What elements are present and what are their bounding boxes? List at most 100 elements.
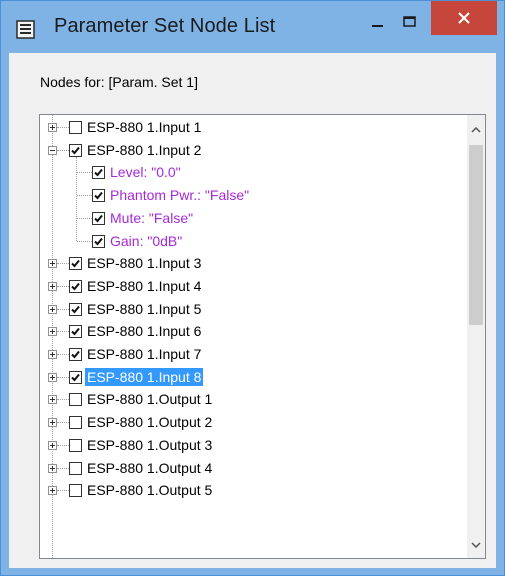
node-label[interactable]: ESP-880 1.Input 7: [85, 345, 203, 363]
tree-child-item[interactable]: Gain: "0dB": [40, 230, 469, 252]
checkbox-checked[interactable]: [92, 189, 105, 203]
checkbox-unchecked[interactable]: [69, 416, 82, 430]
node-label[interactable]: ESP-880 1.Input 5: [85, 300, 203, 318]
node-label[interactable]: ESP-880 1.Input 3: [85, 254, 203, 272]
checkbox-checked[interactable]: [69, 302, 82, 316]
tree-branch-line: [57, 127, 69, 128]
checkbox-checked[interactable]: [69, 370, 82, 384]
node-label[interactable]: ESP-880 1.Input 4: [85, 277, 203, 295]
chevron-down-icon: [471, 542, 481, 548]
parameter-label[interactable]: Mute: "False": [108, 209, 195, 227]
expand-icon[interactable]: [48, 123, 57, 132]
checkbox-checked[interactable]: [92, 166, 105, 180]
expand-icon[interactable]: [48, 486, 57, 496]
checkbox-checked[interactable]: [69, 279, 82, 293]
tree-branch-line: [57, 149, 69, 151]
window-title: Parameter Set Node List: [54, 15, 276, 37]
checkbox-checked[interactable]: [92, 211, 105, 225]
expand-icon[interactable]: [48, 463, 57, 473]
tree-branch-line: [57, 399, 69, 401]
tree-branch-line: [57, 331, 69, 333]
tree-node-item[interactable]: ESP-880 1.Input 1: [40, 116, 469, 138]
parameter-label[interactable]: Phantom Pwr.: "False": [108, 186, 251, 204]
tree-branch-line: [57, 490, 69, 492]
checkbox-unchecked[interactable]: [69, 121, 82, 134]
tree-branch-line: [57, 444, 69, 446]
tree-branch-line: [57, 285, 69, 287]
node-label[interactable]: ESP-880 1.Output 4: [85, 459, 214, 477]
scroll-up-button[interactable]: [467, 121, 485, 139]
node-label[interactable]: ESP-880 1.Output 1: [85, 390, 214, 408]
scroll-thumb[interactable]: [469, 145, 483, 325]
nodes-for-label: Nodes for: [Param. Set 1]: [40, 74, 198, 90]
scroll-down-button[interactable]: [467, 536, 485, 554]
parameter-label[interactable]: Gain: "0dB": [108, 232, 184, 250]
tree-branch-line: [57, 354, 69, 355]
tree-node-item[interactable]: ESP-880 1.Input 4: [40, 275, 469, 297]
list-window-icon[interactable]: [15, 19, 37, 41]
node-tree-view[interactable]: ESP-880 1.Input 1 ESP-880 1.Input 2 Level:…: [39, 114, 486, 559]
expand-icon[interactable]: [48, 395, 57, 405]
tree-branch-line: [57, 376, 69, 378]
expand-icon[interactable]: [48, 304, 57, 314]
node-label[interactable]: ESP-880 1.Input 6: [85, 322, 203, 340]
node-label[interactable]: ESP-880 1.Input 1: [85, 118, 203, 136]
tree-branch-line: [77, 172, 92, 174]
title-bar[interactable]: Parameter Set Node List: [1, 1, 504, 53]
tree-branch-line: [57, 467, 69, 469]
tree-branch-line: [77, 217, 92, 219]
tree-node-item[interactable]: ESP-880 1.Input 8: [40, 366, 469, 388]
parameter-label[interactable]: Level: "0.0": [108, 163, 183, 181]
tree-node-item[interactable]: ESP-880 1.Output 1: [40, 388, 469, 410]
vertical-scrollbar[interactable]: [467, 115, 485, 558]
node-label[interactable]: ESP-880 1.Output 5: [85, 481, 214, 499]
tree-node-item[interactable]: ESP-880 1.Output 3: [40, 434, 469, 456]
maximize-button[interactable]: [397, 11, 423, 33]
checkbox-checked[interactable]: [92, 234, 105, 248]
tree-child-item[interactable]: Phantom Pwr.: "False": [40, 184, 469, 206]
tree-node-item[interactable]: ESP-880 1.Input 3: [40, 252, 469, 274]
parameter-set-window: Parameter Set Node List Nodes for: [Para…: [0, 0, 505, 576]
tree-node-item[interactable]: ESP-880 1.Input 6: [40, 320, 469, 342]
tree-branch-line: [77, 195, 92, 197]
tree-node-item[interactable]: ESP-880 1.Output 4: [40, 457, 469, 479]
checkbox-unchecked[interactable]: [69, 461, 82, 475]
expand-icon[interactable]: [48, 350, 57, 359]
expand-icon[interactable]: [48, 281, 57, 291]
node-label[interactable]: ESP-880 1.Output 3: [85, 436, 214, 454]
tree-node-item[interactable]: ESP-880 1.Input 5: [40, 298, 469, 320]
close-button[interactable]: [431, 1, 497, 35]
tree-branch-line: [57, 308, 69, 310]
checkbox-unchecked[interactable]: [69, 438, 82, 452]
tree-rows: ESP-880 1.Input 1 ESP-880 1.Input 2 Level:…: [40, 115, 469, 558]
collapse-icon[interactable]: [48, 145, 57, 155]
tree-branch-line: [77, 240, 92, 242]
tree-node-item[interactable]: ESP-880 1.Input 7: [40, 343, 469, 365]
dialog-client: Nodes for: [Param. Set 1] ESP-880 1.Inpu…: [9, 53, 496, 568]
tree-branch-line: [57, 263, 69, 265]
checkbox-unchecked[interactable]: [69, 393, 82, 407]
tree-child-item[interactable]: Mute: "False": [40, 207, 469, 229]
tree-node-item[interactable]: ESP-880 1.Input 2: [40, 139, 469, 161]
minimize-icon: [372, 25, 383, 27]
checkbox-checked[interactable]: [69, 348, 82, 361]
checkbox-checked[interactable]: [69, 257, 82, 271]
maximize-icon: [403, 16, 416, 27]
checkbox-unchecked[interactable]: [69, 484, 82, 498]
tree-node-item[interactable]: ESP-880 1.Output 5: [40, 479, 469, 501]
tree-child-item[interactable]: Level: "0.0": [40, 161, 469, 183]
tree-branch-line: [57, 422, 69, 424]
node-label[interactable]: ESP-880 1.Output 2: [85, 413, 214, 431]
node-label[interactable]: ESP-880 1.Input 8: [85, 367, 204, 386]
expand-icon[interactable]: [48, 440, 57, 450]
expand-icon[interactable]: [48, 372, 57, 382]
expand-icon[interactable]: [48, 418, 57, 428]
tree-child-line: [76, 156, 77, 242]
expand-icon[interactable]: [48, 259, 57, 269]
expand-icon[interactable]: [48, 327, 57, 337]
minimize-button[interactable]: [366, 15, 392, 37]
node-label[interactable]: ESP-880 1.Input 2: [85, 141, 203, 159]
checkbox-checked[interactable]: [69, 143, 82, 157]
tree-node-item[interactable]: ESP-880 1.Output 2: [40, 411, 469, 433]
checkbox-checked[interactable]: [69, 325, 82, 339]
